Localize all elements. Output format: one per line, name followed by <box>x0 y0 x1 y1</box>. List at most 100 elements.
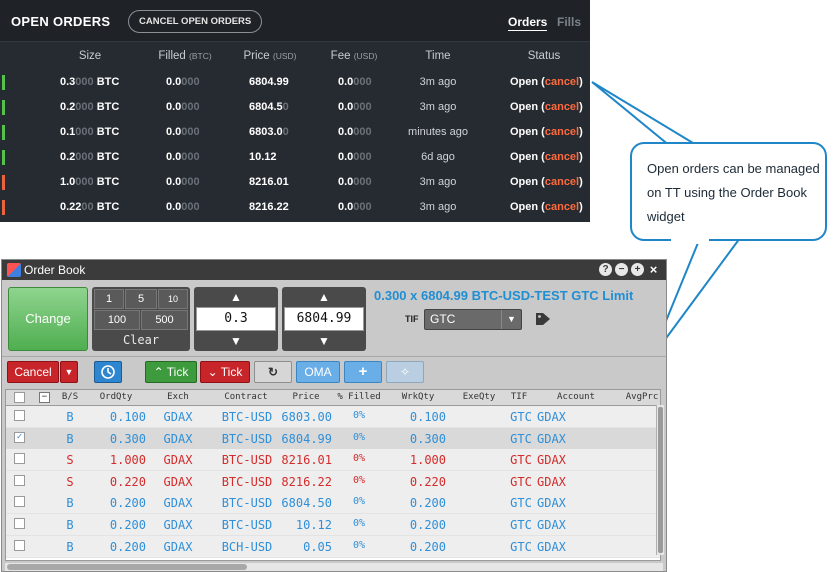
row-wrkqty: 0.100 <box>409 410 446 424</box>
order-size: 0.3000 BTC <box>60 76 120 88</box>
row-tif: GTC <box>510 431 532 446</box>
minimize-icon[interactable]: − <box>615 263 628 276</box>
row-checkbox[interactable] <box>14 453 25 465</box>
change-button[interactable]: Change <box>8 287 88 351</box>
order-row[interactable]: ✓ B 0.300 GDAX BTC-USD 6804.99 0% 0.300 GTC GDAX <box>6 427 660 450</box>
row-filled: 0% <box>352 474 366 486</box>
oma-button[interactable]: OMA <box>296 361 340 383</box>
row-price: 10.12 <box>295 518 332 532</box>
collapse-icon[interactable]: − <box>39 392 50 403</box>
row-price: 6804.50 <box>281 496 332 511</box>
row-side: B <box>66 496 74 511</box>
cancel-open-orders-button[interactable]: CANCEL OPEN ORDERS <box>128 10 263 33</box>
cancel-order-link[interactable]: cancel <box>545 176 579 188</box>
help-icon[interactable]: ? <box>599 263 612 276</box>
open-order-row: 0.2200 BTC 0.0000 8216.22 0.0000 3m ago Open … <box>0 195 590 220</box>
clear-button[interactable]: Clear <box>94 331 188 349</box>
refresh-icon[interactable]: ↻ <box>254 361 292 383</box>
tab-orders[interactable]: Orders <box>508 15 548 31</box>
cancel-dropdown-icon[interactable]: ▼ <box>60 361 78 383</box>
order-price: 6803.00 <box>249 126 289 138</box>
qty-preset-10[interactable]: 10 <box>158 289 188 309</box>
row-ordqty: 0.300 <box>109 431 146 446</box>
cancel-order-link[interactable]: cancel <box>545 201 579 213</box>
qty-preset-500[interactable]: 500 <box>141 310 188 330</box>
horizontal-scroll-thumb[interactable] <box>7 564 247 570</box>
row-filled: 0% <box>352 539 366 551</box>
callout-pointer-join-top <box>690 71 712 145</box>
row-price: 8216.01 <box>281 453 332 468</box>
side-indicator <box>2 100 5 115</box>
order-row[interactable]: B 0.100 GDAX BTC-USD 6803.00 0% 0.100 GTC GDAX <box>6 406 660 428</box>
col-pct-filled[interactable]: % Filled <box>337 392 380 402</box>
select-all-checkbox[interactable] <box>14 392 25 403</box>
open-orders-column-header: Size Filled (BTC) Price (USD) Fee (USD) … <box>0 42 590 70</box>
vertical-scroll-thumb[interactable] <box>658 407 663 553</box>
maximize-icon[interactable]: + <box>631 263 644 276</box>
callout-pointer-join <box>671 231 709 244</box>
price-input[interactable]: 6804.99 <box>284 307 364 331</box>
cancel-order-link[interactable]: cancel <box>545 76 579 88</box>
tick-down-button[interactable]: ⌄ Tick <box>200 361 250 383</box>
qty-preset-5[interactable]: 5 <box>125 289 157 309</box>
col-ordqty[interactable]: OrdQty <box>100 392 133 402</box>
order-row[interactable]: S 1.000 GDAX BTC-USD 8216.01 0% 1.000 GTC GDAX <box>6 449 660 472</box>
vertical-scrollbar[interactable] <box>656 405 664 555</box>
tick-up-button[interactable]: ⌃ Tick <box>145 361 197 383</box>
col-exeqty[interactable]: ExeQty <box>463 392 496 402</box>
row-checkbox[interactable]: ✓ <box>14 431 25 443</box>
wand-icon[interactable]: ✧ <box>386 361 424 383</box>
row-checkbox[interactable] <box>14 410 25 421</box>
price-down-arrow-icon[interactable]: ▼ <box>282 332 366 350</box>
open-orders-panel: OPEN ORDERS CANCEL OPEN ORDERS Orders Fi… <box>0 0 590 222</box>
order-row[interactable]: B 0.200 GDAX BCH-USD 0.05 0% 0.200 GTC GDAX <box>6 535 660 558</box>
cancel-order-link[interactable]: cancel <box>545 101 579 113</box>
history-icon[interactable] <box>94 361 122 383</box>
col-account[interactable]: Account <box>557 392 595 402</box>
col-contract[interactable]: Contract <box>224 392 267 402</box>
order-price: 6804.99 <box>249 76 289 88</box>
row-checkbox[interactable] <box>14 496 25 508</box>
cancel-order-link[interactable]: cancel <box>545 126 579 138</box>
callout-box: Open orders can be managed on TT using t… <box>630 142 827 241</box>
col-fee-label: Fee <box>330 50 351 62</box>
order-status: Open (cancel) <box>510 76 583 88</box>
close-icon[interactable]: × <box>647 263 660 276</box>
cancel-button[interactable]: Cancel <box>7 361 59 383</box>
order-price: 8216.22 <box>249 201 289 213</box>
qty-preset-100[interactable]: 100 <box>94 310 140 330</box>
side-indicator <box>2 75 5 90</box>
tag-icon[interactable] <box>535 312 551 326</box>
row-checkbox[interactable] <box>14 474 25 486</box>
tif-select[interactable]: GTC ▼ <box>424 309 522 330</box>
order-row[interactable]: B 0.200 GDAX BTC-USD 10.12 0% 0.200 GTC GDAX <box>6 514 660 536</box>
col-exch[interactable]: Exch <box>167 392 189 402</box>
tab-fills[interactable]: Fills <box>557 15 581 29</box>
order-row[interactable]: S 0.220 GDAX BTC-USD 8216.22 0% 0.220 GTC GDAX <box>6 470 660 493</box>
col-bs[interactable]: B/S <box>62 392 78 402</box>
order-status: Open (cancel) <box>510 151 583 163</box>
row-wrkqty: 0.220 <box>409 474 446 489</box>
qty-preset-1[interactable]: 1 <box>94 289 124 309</box>
order-time: 3m ago <box>419 101 457 113</box>
row-checkbox[interactable] <box>14 518 25 529</box>
chevron-down-icon: ▼ <box>501 310 521 329</box>
order-filled: 0.0000 <box>166 76 200 88</box>
col-wrkqty[interactable]: WrkQty <box>402 392 435 402</box>
add-icon[interactable]: + <box>344 361 382 383</box>
order-row[interactable]: B 0.200 GDAX BTC-USD 6804.50 0% 0.200 GTC GDAX <box>6 492 660 515</box>
order-fee: 0.0000 <box>338 176 372 188</box>
qty-down-arrow-icon[interactable]: ▼ <box>194 332 278 350</box>
horizontal-scrollbar[interactable] <box>5 563 663 571</box>
quantity-input[interactable]: 0.3 <box>196 307 276 331</box>
qty-up-arrow-icon[interactable]: ▲ <box>194 288 278 306</box>
col-price[interactable]: Price <box>292 392 319 402</box>
cancel-order-link[interactable]: cancel <box>545 151 579 163</box>
col-avgprc[interactable]: AvgPrc <box>626 392 659 402</box>
order-size: 1.0000 BTC <box>60 176 120 188</box>
order-time: 3m ago <box>419 76 457 88</box>
open-order-row: 0.1000 BTC 0.0000 6803.00 0.0000 minutes ago… <box>0 120 590 145</box>
row-checkbox[interactable] <box>14 539 25 551</box>
col-tif[interactable]: TIF <box>511 392 527 402</box>
price-up-arrow-icon[interactable]: ▲ <box>282 288 366 306</box>
